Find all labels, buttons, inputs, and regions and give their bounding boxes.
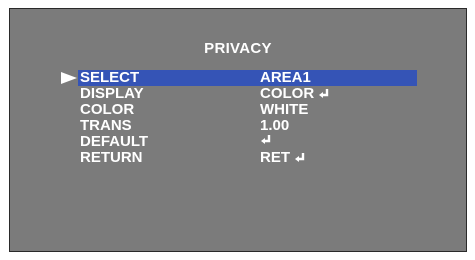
menu-item-label: DISPLAY (80, 85, 144, 102)
menu-item-color[interactable]: COLOR WHITE (10, 102, 466, 118)
enter-icon (260, 134, 272, 146)
menu-item-value[interactable]: WHITE (260, 102, 308, 118)
menu-item-return[interactable]: RETURN RET (10, 150, 466, 166)
osd-screen: PRIVACY SELECT AREA1 DISPLAY COLOR COLOR (9, 8, 467, 252)
menu-item-value-text: 1.00 (260, 117, 290, 134)
menu-item-value[interactable] (260, 134, 272, 146)
menu-item-value-text: RET (260, 149, 290, 166)
menu-item-value-text: COLOR (260, 85, 315, 102)
enter-icon (294, 152, 306, 164)
menu-item-value-text: AREA1 (260, 69, 311, 86)
menu-item-label: TRANS (80, 117, 132, 134)
menu-item-default[interactable]: DEFAULT (10, 134, 466, 150)
menu-title: PRIVACY (204, 40, 272, 57)
selection-arrow-icon (61, 70, 79, 86)
menu-item-display[interactable]: DISPLAY COLOR (10, 86, 466, 102)
menu-item-value[interactable]: COLOR (260, 86, 330, 102)
menu-item-value[interactable]: RET (260, 150, 306, 166)
menu-item-select[interactable]: SELECT AREA1 (10, 70, 466, 86)
menu-list: SELECT AREA1 DISPLAY COLOR COLOR WHITE T… (10, 70, 466, 166)
menu-item-trans[interactable]: TRANS 1.00 (10, 118, 466, 134)
menu-item-value[interactable]: 1.00 (260, 118, 289, 134)
enter-icon (318, 88, 330, 100)
menu-item-label: DEFAULT (80, 133, 149, 150)
menu-item-label: SELECT (80, 69, 140, 86)
menu-item-label: COLOR (80, 101, 135, 118)
menu-item-label: RETURN (80, 149, 143, 166)
menu-item-value[interactable]: AREA1 (260, 70, 311, 86)
menu-item-value-text: WHITE (260, 101, 309, 118)
